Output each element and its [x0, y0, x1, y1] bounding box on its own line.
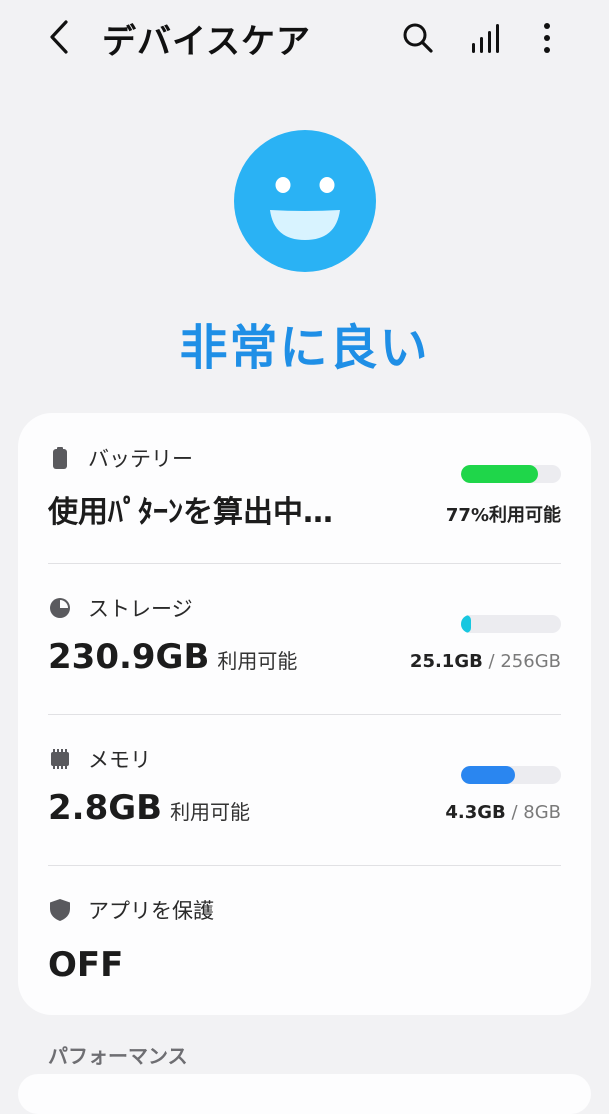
battery-progress-fill	[461, 465, 538, 483]
storage-progress-bar	[461, 615, 561, 633]
back-button[interactable]	[44, 16, 76, 58]
device-status-label: 非常に良い	[179, 320, 430, 376]
app-protection-label: アプリを保護	[88, 899, 214, 923]
memory-value-sub: 利用可能	[170, 800, 251, 824]
shield-icon	[50, 899, 70, 921]
battery-caption: 77%利用可能	[446, 501, 561, 527]
performance-card	[18, 1074, 591, 1114]
signal-bars-icon	[472, 24, 499, 53]
divider	[48, 865, 561, 866]
app-protection-row[interactable]: アプリを保護 OFF	[48, 895, 561, 995]
storage-used-text: 25.1GB	[409, 651, 483, 672]
memory-total-text: / 8GB	[505, 802, 561, 823]
storage-value-sub: 利用可能	[217, 649, 298, 673]
app-protection-value: OFF	[48, 945, 124, 985]
divider	[48, 563, 561, 564]
memory-caption: 4.3GB / 8GB	[445, 802, 561, 823]
storage-progress-fill	[461, 615, 471, 633]
battery-label: バッテリー	[88, 447, 193, 471]
page-title: デバイスケア	[102, 22, 311, 62]
battery-icon	[53, 447, 67, 469]
storage-label: ストレージ	[88, 597, 193, 621]
memory-progress-fill	[461, 766, 515, 784]
battery-row[interactable]: バッテリー 使用ﾊﾟﾀｰﾝを算出中… 77%利用可能	[48, 443, 561, 563]
battery-available-text: 77%利用可能	[445, 505, 561, 526]
memory-chip-icon	[51, 749, 69, 769]
battery-progress-bar	[461, 465, 561, 483]
more-vert-icon	[544, 23, 550, 53]
storage-row[interactable]: ストレージ 230.9GB 利用可能 25.1GB / 256GB	[48, 593, 561, 713]
search-icon	[403, 23, 433, 53]
smiley-face-icon	[234, 130, 376, 272]
memory-progress-bar	[461, 766, 561, 784]
back-chevron-icon	[50, 20, 68, 54]
diagnostics-button[interactable]	[466, 18, 506, 58]
search-button[interactable]	[398, 18, 438, 58]
storage-caption: 25.1GB / 256GB	[410, 651, 561, 672]
battery-value: 使用ﾊﾟﾀｰﾝを算出中…	[48, 495, 333, 530]
memory-row[interactable]: メモリ 2.8GB 利用可能 4.3GB / 8GB	[48, 744, 561, 864]
storage-pie-icon	[50, 598, 70, 618]
memory-label: メモリ	[88, 748, 151, 772]
memory-value: 2.8GB	[48, 788, 163, 828]
storage-total-text: / 256GB	[482, 651, 561, 672]
section-header-performance: パフォーマンス	[48, 1044, 188, 1068]
device-care-card: バッテリー 使用ﾊﾟﾀｰﾝを算出中… 77%利用可能 ストレージ 230.9GB…	[18, 413, 591, 1015]
divider	[48, 714, 561, 715]
storage-value: 230.9GB	[48, 637, 210, 677]
memory-used-text: 4.3GB	[445, 802, 506, 823]
top-app-bar: デバイスケア	[0, 0, 609, 76]
more-options-button[interactable]	[527, 18, 567, 58]
